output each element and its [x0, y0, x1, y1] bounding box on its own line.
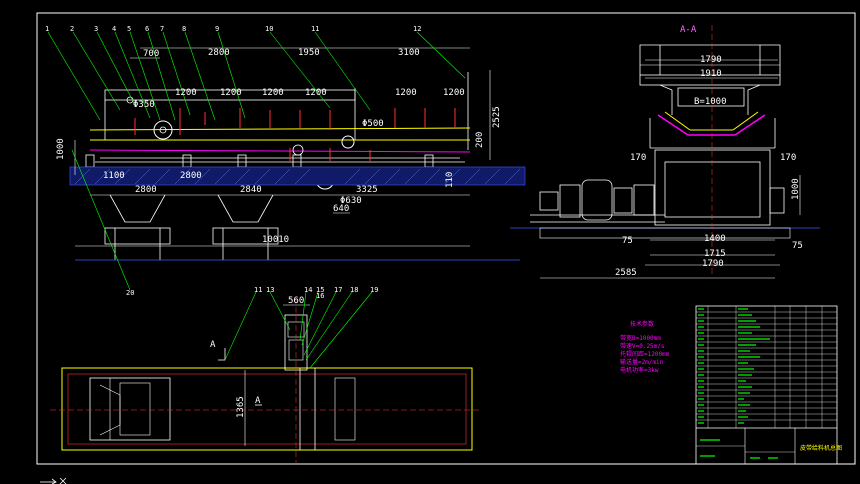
dim-belt-width: B=1000 [694, 97, 727, 107]
callout-3: 3 [94, 25, 98, 33]
dim-2800-top: 2800 [208, 48, 230, 58]
callout-4: 4 [112, 25, 116, 33]
callout-8: 8 [182, 25, 186, 33]
dim-1200-d: 1200 [305, 88, 327, 98]
callout-9: 9 [215, 25, 219, 33]
dim-1200-e: 1200 [395, 88, 417, 98]
dim-2800-c: 2800 [180, 171, 202, 181]
dim-170-left: 170 [630, 153, 646, 163]
callout-6: 6 [145, 25, 149, 33]
dim-75-right: 75 [792, 241, 803, 251]
end-view: A-A 1790 1910 B=1000 170 170 1000 75 75 … [510, 25, 820, 279]
dim-2800-b: 2800 [135, 185, 157, 195]
side-view: 1 2 3 4 5 6 7 8 9 10 11 12 20 700 2800 1… [45, 25, 526, 297]
tech-note-line-5: 电机功率=3kw [620, 366, 659, 374]
section-mark-a-bottom: A [255, 396, 261, 406]
plan-callout-16: 16 [316, 292, 324, 300]
dim-1000: 1000 [56, 138, 66, 160]
dim-1000-vertical: 1000 [791, 178, 801, 200]
tech-note-line-1: 带宽B=1000mm [620, 334, 661, 342]
dim-1200-c: 1200 [262, 88, 284, 98]
dim-1790-bottom: 1790 [702, 259, 724, 269]
dim-1365: 1365 [236, 396, 246, 418]
dim-2585: 2585 [615, 268, 637, 278]
tech-notes-title: 技术参数 [630, 320, 654, 328]
dim-3100: 3100 [398, 48, 420, 58]
dim-10010: 10010 [262, 235, 289, 245]
dim-1715: 1715 [704, 249, 726, 259]
cad-drawing-canvas[interactable]: 1 2 3 4 5 6 7 8 9 10 11 12 20 700 2800 1… [0, 0, 860, 484]
plan-callout-13: 13 [266, 286, 274, 294]
dim-200: 200 [475, 132, 485, 148]
plan-callout-17: 17 [334, 286, 342, 294]
dim-560: 560 [288, 296, 304, 306]
section-mark-aa: A-A [680, 25, 697, 35]
callout-11: 11 [311, 25, 319, 33]
dim-phi350: Φ350 [133, 100, 155, 110]
dim-1790-top: 1790 [700, 55, 722, 65]
dim-1200-f: 1200 [443, 88, 465, 98]
callout-12: 12 [413, 25, 421, 33]
dim-1400: 1400 [704, 234, 726, 244]
callout-2: 2 [70, 25, 74, 33]
dim-75-left: 75 [622, 236, 633, 246]
callout-20: 20 [126, 289, 134, 297]
callout-7: 7 [160, 25, 164, 33]
dim-3325: 3325 [356, 185, 378, 195]
plan-callout-11: 11 [254, 286, 262, 294]
dim-700: 700 [143, 49, 159, 59]
tech-note-line-4: 输送量=2m/min [620, 358, 664, 366]
plan-callout-14: 14 [304, 286, 312, 294]
callout-1: 1 [45, 25, 49, 33]
tech-note-line-2: 带速V=0.25m/s [620, 342, 665, 350]
plan-callout-18: 18 [350, 286, 358, 294]
dim-2840: 2840 [240, 185, 262, 195]
callout-5: 5 [127, 25, 131, 33]
dim-1950: 1950 [298, 48, 320, 58]
callout-10: 10 [265, 25, 273, 33]
plan-callout-19: 19 [370, 286, 378, 294]
dim-110: 110 [445, 172, 455, 188]
dim-640: 640 [333, 204, 349, 214]
dim-phi500: Φ500 [362, 119, 384, 129]
plan-view: A A 11 13 14 15 16 17 18 19 560 1365 [50, 286, 480, 465]
dim-1200-b: 1200 [220, 88, 242, 98]
section-mark-a-top: A [210, 340, 216, 350]
ucs-icon [40, 477, 67, 484]
dim-170-right: 170 [780, 153, 796, 163]
parts-list-table: 皮带给料机总图 [695, 305, 842, 465]
tech-notes: 技术参数 带宽B=1000mm 带速V=0.25m/s 托辊间距=1200mm … [620, 320, 670, 374]
tech-note-line-3: 托辊间距=1200mm [620, 350, 670, 358]
dim-1100: 1100 [103, 171, 125, 181]
dim-2525: 2525 [492, 106, 502, 128]
title-block-drawing-title: 皮带给料机总图 [800, 444, 842, 452]
dim-1910: 1910 [700, 69, 722, 79]
dim-1200-a: 1200 [175, 88, 197, 98]
